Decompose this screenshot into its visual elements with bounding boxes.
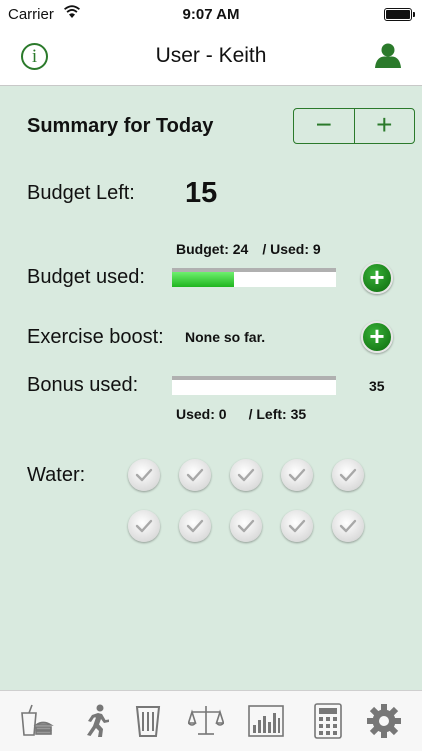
- summary-panel: Summary for Today − + Budget Left: 15 Bu…: [0, 86, 422, 690]
- bonus-progress-bar: [172, 376, 336, 395]
- battery-icon: [384, 8, 415, 21]
- exercise-boost-label: Exercise boost:: [27, 326, 164, 348]
- bonus-summary-line: Used: 0 / Left: 35: [176, 406, 328, 422]
- budget-used-text: / Used: 9: [262, 241, 321, 257]
- water-cup-button[interactable]: [281, 510, 313, 542]
- budget-left-label: Budget Left:: [27, 182, 135, 204]
- budget-progress-fill: [172, 272, 234, 287]
- budget-total-text: Budget: 24: [176, 241, 249, 257]
- budget-summary-line: Budget: 24 / Used: 9: [176, 241, 335, 257]
- add-exercise-button[interactable]: +: [361, 321, 393, 353]
- exercise-boost-value: None so far.: [185, 329, 266, 345]
- status-bar: Carrier 9:07 AM: [0, 0, 422, 30]
- user-icon[interactable]: [374, 42, 402, 73]
- checkmark-icon: [135, 468, 153, 482]
- summary-title: Summary for Today: [27, 115, 214, 137]
- budget-left-value: 15: [185, 177, 218, 209]
- tab-bar-chart-icon[interactable]: [248, 703, 284, 739]
- nav-bar: i User - Keith: [0, 30, 422, 86]
- checkmark-icon: [186, 468, 204, 482]
- checkmark-icon: [237, 519, 255, 533]
- water-cup-button[interactable]: [128, 510, 160, 542]
- tab-bar: [0, 690, 422, 751]
- budget-used-label: Budget used:: [27, 266, 145, 288]
- checkmark-icon: [339, 468, 357, 482]
- water-cup-button[interactable]: [230, 510, 262, 542]
- tab-water-glass-icon[interactable]: [130, 703, 166, 739]
- water-cup-button[interactable]: [332, 510, 364, 542]
- tab-gear-icon[interactable]: [366, 703, 402, 739]
- tab-calculator-icon[interactable]: [310, 703, 346, 739]
- water-cup-button[interactable]: [281, 459, 313, 491]
- checkmark-icon: [339, 519, 357, 533]
- tab-scale-icon[interactable]: [187, 703, 225, 739]
- decrement-button[interactable]: −: [294, 109, 355, 143]
- page-title: User - Keith: [155, 44, 267, 67]
- checkmark-icon: [288, 468, 306, 482]
- status-time: 9:07 AM: [182, 6, 240, 23]
- checkmark-icon: [237, 468, 255, 482]
- day-stepper[interactable]: − +: [293, 108, 415, 144]
- tab-running-icon[interactable]: [78, 703, 114, 739]
- bonus-left-text: / Left: 35: [248, 406, 307, 422]
- bonus-used-label: Bonus used:: [27, 374, 139, 396]
- checkmark-icon: [186, 519, 204, 533]
- water-cup-button[interactable]: [332, 459, 364, 491]
- checkmark-icon: [135, 519, 153, 533]
- checkmark-icon: [288, 519, 306, 533]
- water-cup-button[interactable]: [128, 459, 160, 491]
- water-cup-button[interactable]: [230, 459, 262, 491]
- increment-button[interactable]: +: [355, 109, 415, 143]
- bonus-used-text: Used: 0: [176, 406, 227, 422]
- water-cup-button[interactable]: [179, 459, 211, 491]
- water-cup-button[interactable]: [179, 510, 211, 542]
- add-food-button[interactable]: +: [361, 262, 393, 294]
- water-label: Water:: [27, 464, 86, 486]
- tab-food-drink-icon[interactable]: [19, 703, 55, 739]
- budget-progress-bar: [172, 268, 336, 287]
- bonus-value: 35: [369, 378, 385, 394]
